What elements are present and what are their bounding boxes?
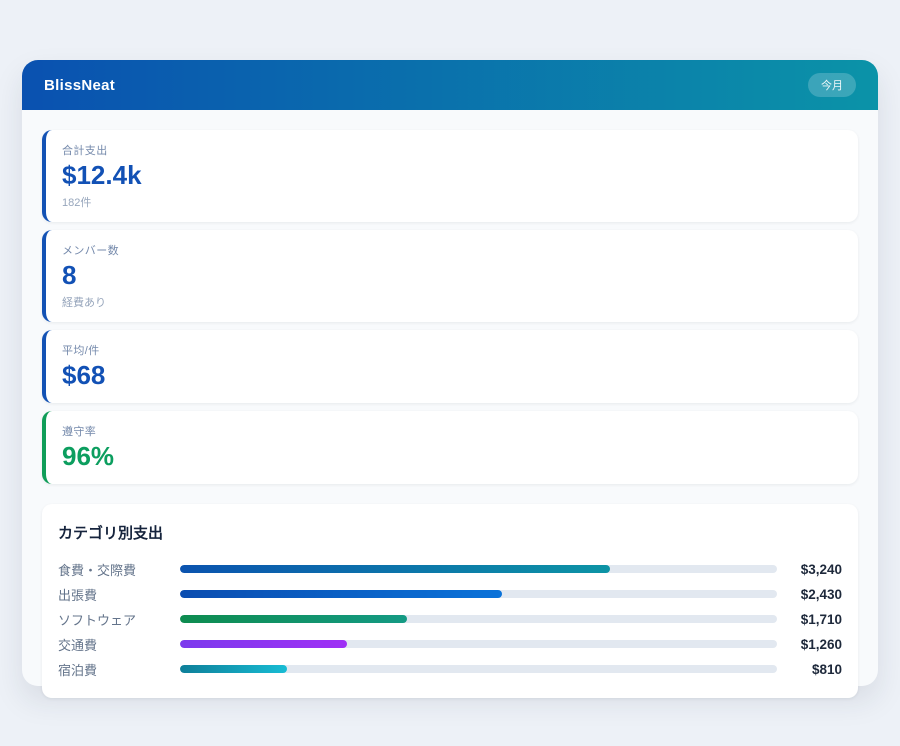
stat-label: 平均/件: [62, 342, 842, 358]
dashboard-panel: BlissNeat 今月 合計支出 $12.4k 182件 メンバー数 8 経費…: [22, 60, 878, 686]
app-title: BlissNeat: [44, 77, 115, 94]
bar-fill: [180, 640, 347, 648]
stat-card-compliance-rate: 遵守率 96%: [42, 411, 858, 484]
bar-track: [180, 640, 777, 648]
category-label: 宿泊費: [58, 660, 180, 679]
bar-fill: [180, 665, 287, 673]
bar-track: [180, 590, 777, 598]
category-row: 出張費 $2,430: [58, 582, 842, 607]
stat-value: $68: [62, 361, 842, 391]
stat-label: 合計支出: [62, 142, 842, 158]
stat-card-total-spend: 合計支出 $12.4k 182件: [42, 130, 858, 222]
category-amount: $2,430: [777, 587, 842, 602]
category-card-title: カテゴリ別支出: [58, 522, 842, 543]
stat-label: 遵守率: [62, 423, 842, 439]
stat-value: $12.4k: [62, 161, 842, 191]
bar-fill: [180, 590, 502, 598]
category-amount: $3,240: [777, 562, 842, 577]
stat-subtext: 経費あり: [62, 294, 842, 310]
bar-track: [180, 665, 777, 673]
stat-label: メンバー数: [62, 242, 842, 258]
category-label: 出張費: [58, 585, 180, 604]
category-row: 交通費 $1,260: [58, 632, 842, 657]
category-spend-card: カテゴリ別支出 食費・交際費 $3,240 出張費 $2,430 ソフトウェア …: [42, 504, 858, 698]
dashboard-content: 合計支出 $12.4k 182件 メンバー数 8 経費あり 平均/件 $68 遵…: [22, 110, 878, 718]
category-row: 宿泊費 $810: [58, 657, 842, 682]
stat-card-average-per-item: 平均/件 $68: [42, 330, 858, 403]
bar-fill: [180, 615, 407, 623]
category-label: 食費・交際費: [58, 560, 180, 579]
stat-value: 96%: [62, 442, 842, 472]
period-badge[interactable]: 今月: [808, 73, 856, 97]
category-label: 交通費: [58, 635, 180, 654]
category-amount: $1,260: [777, 637, 842, 652]
bar-fill: [180, 565, 610, 573]
category-row: ソフトウェア $1,710: [58, 607, 842, 632]
category-amount: $810: [777, 662, 842, 677]
category-row: 食費・交際費 $3,240: [58, 557, 842, 582]
stat-value: 8: [62, 261, 842, 291]
category-amount: $1,710: [777, 612, 842, 627]
app-header: BlissNeat 今月: [22, 60, 878, 110]
bar-track: [180, 615, 777, 623]
stat-card-member-count: メンバー数 8 経費あり: [42, 230, 858, 322]
bar-track: [180, 565, 777, 573]
stat-subtext: 182件: [62, 194, 842, 210]
category-label: ソフトウェア: [58, 610, 180, 629]
